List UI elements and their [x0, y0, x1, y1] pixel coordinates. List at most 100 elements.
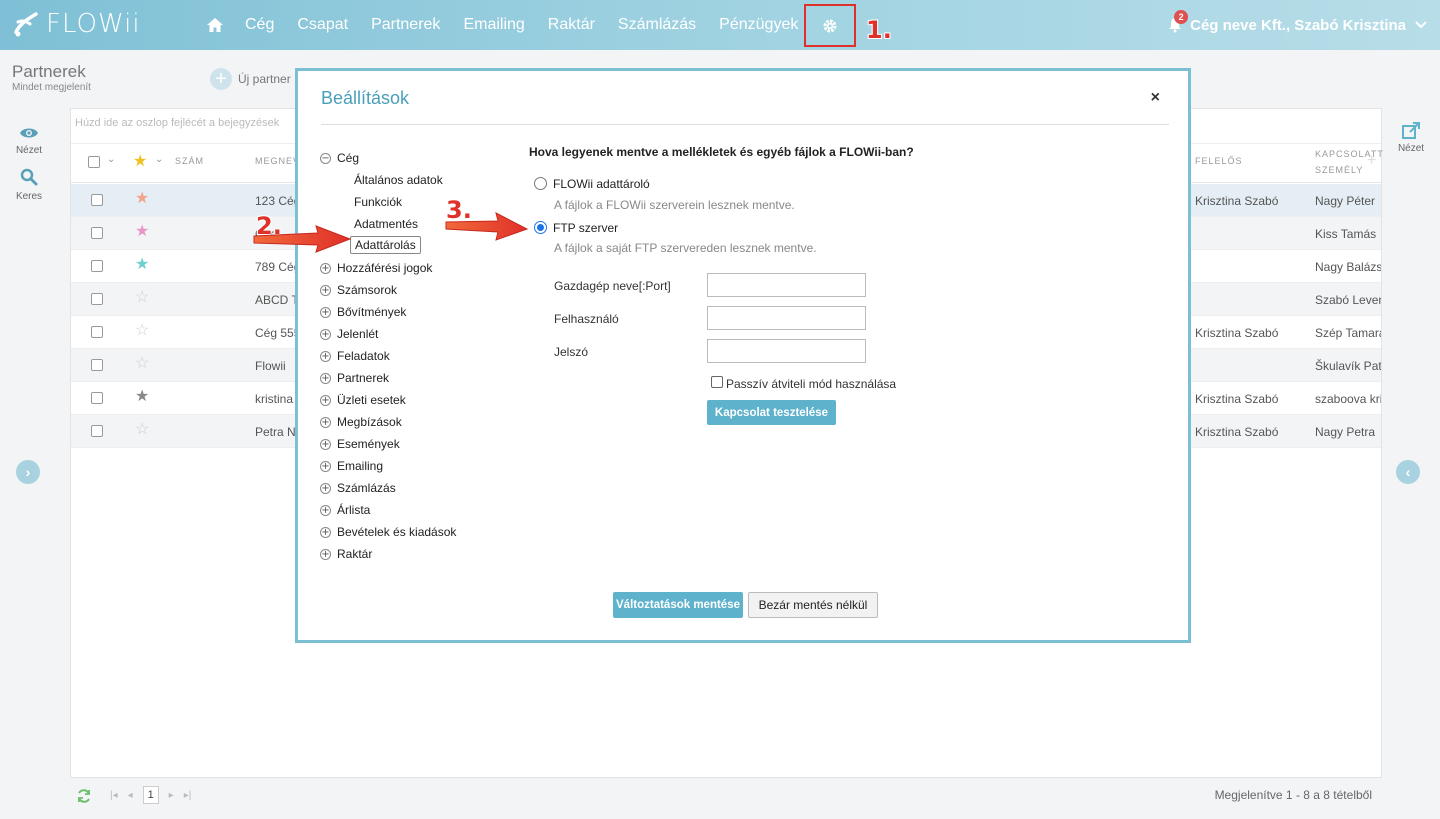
tree-node-adatmentes[interactable]: Adatmentés	[354, 217, 418, 231]
expand-icon[interactable]: +	[320, 328, 331, 340]
star-icon[interactable]: ☆	[135, 422, 149, 438]
radio-flowii-storage[interactable]	[534, 177, 547, 190]
settings-highlight[interactable]	[804, 4, 856, 47]
nav-szamlazas[interactable]: Számlázás	[618, 16, 696, 34]
user-menu[interactable]: 2 Cég neve Kft., Szabó Krisztina	[1168, 0, 1428, 50]
row-checkbox[interactable]	[91, 293, 103, 305]
add-column-icon[interactable]: +	[1367, 152, 1377, 170]
tree-node[interactable]: + Események	[320, 437, 400, 451]
tree-node-altalanos[interactable]: Általános adatok	[354, 173, 443, 187]
chevron-down-icon[interactable]: ⌄	[107, 154, 116, 165]
cell-contact[interactable]: Nagy Petra	[1315, 425, 1381, 439]
save-changes-button[interactable]: Változtatások mentése	[613, 592, 743, 618]
star-icon[interactable]: ★	[135, 191, 149, 207]
tree-node-adattarolas[interactable]: Adattárolás	[350, 236, 421, 254]
star-icon[interactable]: ★	[135, 257, 149, 273]
nav-penzugyek[interactable]: Pénzügyek	[719, 16, 798, 34]
expand-icon[interactable]: +	[320, 394, 331, 406]
search-button[interactable]: Keres	[14, 168, 44, 202]
nav-csapat[interactable]: Csapat	[297, 16, 348, 34]
tree-node[interactable]: + Üzleti esetek	[320, 393, 406, 407]
expand-icon[interactable]: +	[320, 262, 331, 274]
user-input[interactable]	[707, 306, 866, 330]
option2-label[interactable]: FTP szerver	[553, 221, 618, 235]
expand-icon[interactable]: +	[320, 504, 331, 516]
expand-icon[interactable]: +	[320, 306, 331, 318]
bell-icon[interactable]: 2	[1168, 10, 1189, 33]
row-checkbox[interactable]	[91, 227, 103, 239]
collapse-icon[interactable]: −	[320, 152, 331, 164]
expand-icon[interactable]: +	[320, 350, 331, 362]
star-icon[interactable]: ☆	[135, 290, 149, 306]
host-input[interactable]	[707, 273, 866, 297]
tree-node[interactable]: + Bővítmények	[320, 305, 406, 319]
star-icon[interactable]: ★	[135, 389, 149, 405]
tree-node-ceg[interactable]: − Cég	[320, 151, 359, 165]
col-name[interactable]: MEGNEV	[255, 156, 300, 166]
cell-contact[interactable]: Nagy Balázs	[1315, 260, 1381, 274]
passive-mode-label[interactable]: Passzív átviteli mód használása	[726, 377, 896, 391]
star-icon[interactable]: ☆	[135, 356, 149, 372]
star-icon[interactable]: ★	[135, 224, 149, 240]
row-checkbox[interactable]	[91, 194, 103, 206]
cell-contact[interactable]: Nagy Péter	[1315, 194, 1381, 208]
expand-icon[interactable]: +	[320, 526, 331, 538]
expand-icon[interactable]: +	[320, 548, 331, 560]
gear-icon[interactable]	[822, 18, 838, 34]
col-owner[interactable]: FELELŐS	[1195, 156, 1243, 166]
tree-node[interactable]: + Megbízások	[320, 415, 402, 429]
expand-icon[interactable]: +	[320, 482, 331, 494]
tree-node[interactable]: + Partnerek	[320, 371, 389, 385]
row-checkbox[interactable]	[91, 260, 103, 272]
first-page-icon[interactable]: |◂	[110, 790, 118, 801]
nav-emailing[interactable]: Emailing	[463, 16, 524, 34]
expand-left-button[interactable]: ›	[16, 460, 40, 484]
cell-contact[interactable]: Szép Tamara	[1315, 326, 1381, 340]
home-icon[interactable]	[206, 17, 224, 33]
refresh-icon[interactable]	[76, 788, 92, 804]
tree-node[interactable]: + Árlista	[320, 503, 370, 517]
expand-icon[interactable]: +	[320, 372, 331, 384]
tree-node-funkciok[interactable]: Funkciók	[354, 195, 402, 209]
cell-contact[interactable]: Škulavík Pat	[1315, 359, 1381, 373]
select-all-checkbox[interactable]	[88, 156, 100, 168]
tree-node[interactable]: + Számlázás	[320, 481, 396, 495]
expand-icon[interactable]: +	[320, 416, 331, 428]
tree-node[interactable]: + Emailing	[320, 459, 383, 473]
tree-node[interactable]: + Jelenlét	[320, 327, 378, 341]
chevron-down-icon[interactable]: ⌄	[155, 154, 164, 165]
tree-node[interactable]: + Bevételek és kiadások	[320, 525, 456, 539]
chevron-down-icon[interactable]	[1414, 20, 1428, 30]
page-number[interactable]: 1	[142, 786, 159, 804]
prev-page-icon[interactable]: ◂	[128, 790, 133, 801]
row-checkbox[interactable]	[91, 392, 103, 404]
expand-icon[interactable]: +	[320, 284, 331, 296]
star-filter-icon[interactable]: ★	[133, 154, 147, 170]
row-checkbox[interactable]	[91, 326, 103, 338]
expand-icon[interactable]: +	[320, 438, 331, 450]
col-num[interactable]: SZÁM	[175, 156, 204, 166]
test-connection-button[interactable]: Kapcsolat tesztelése	[707, 400, 836, 425]
tree-node[interactable]: + Raktár	[320, 547, 372, 561]
last-page-icon[interactable]: ▸|	[184, 790, 192, 801]
cell-contact[interactable]: Szabó Leven	[1315, 293, 1381, 307]
option1-label[interactable]: FLOWii adattároló	[553, 177, 650, 191]
radio-ftp-server[interactable]	[534, 221, 547, 234]
close-without-saving-button[interactable]: Bezár mentés nélkül	[748, 592, 878, 618]
view-button[interactable]: Nézet	[14, 126, 44, 156]
next-page-icon[interactable]: ▸	[169, 790, 174, 801]
nav-ceg[interactable]: Cég	[245, 16, 274, 34]
close-icon[interactable]: ×	[1151, 89, 1160, 107]
logo[interactable]: FLOWii	[12, 8, 141, 40]
cell-contact[interactable]: szaboova kri	[1315, 392, 1381, 406]
expand-right-button[interactable]: ‹	[1396, 460, 1420, 484]
tree-node[interactable]: + Feladatok	[320, 349, 390, 363]
tree-node[interactable]: + Számsorok	[320, 283, 397, 297]
new-partner-button[interactable]: + Új partner	[210, 68, 291, 90]
right-view-button[interactable]: Nézet	[1396, 122, 1426, 154]
nav-raktar[interactable]: Raktár	[548, 16, 595, 34]
nav-partnerek[interactable]: Partnerek	[371, 16, 440, 34]
passive-mode-checkbox[interactable]	[711, 376, 723, 388]
cell-contact[interactable]: Kiss Tamás	[1315, 227, 1381, 241]
row-checkbox[interactable]	[91, 425, 103, 437]
